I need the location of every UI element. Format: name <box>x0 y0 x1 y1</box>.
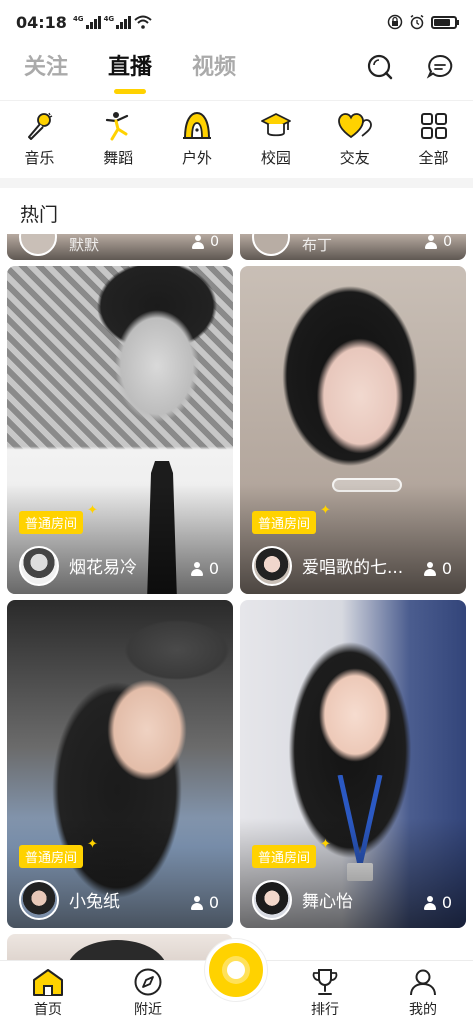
message-icon[interactable] <box>425 52 455 82</box>
graduation-cap-icon <box>259 109 293 143</box>
nav-nearby[interactable]: 附近 <box>118 967 178 1019</box>
category-campus[interactable]: 校园 <box>246 109 306 176</box>
category-label: 全部 <box>418 149 449 167</box>
room-type-badge: 普通房间 <box>252 511 317 534</box>
room-type-badge: 普通房间 <box>252 845 317 868</box>
tent-icon <box>180 109 214 143</box>
viewer-count: 0 <box>423 893 452 912</box>
nav-label: 首页 <box>34 1002 62 1018</box>
tab-live[interactable]: 直播 <box>108 48 152 88</box>
category-dance[interactable]: 舞蹈 <box>88 109 148 176</box>
room-card-partial[interactable]: 布丁 0 <box>240 234 466 260</box>
alarm-icon <box>410 14 424 30</box>
sparkle-icon: ✦ <box>320 503 331 518</box>
trophy-icon <box>312 969 338 995</box>
room-card-partial[interactable]: 默默 0 <box>7 234 233 260</box>
room-cover-photo <box>67 940 167 960</box>
viewer-count-value: 0 <box>443 234 452 250</box>
category-label: 户外 <box>182 149 213 167</box>
sparkle-icon: ✦ <box>320 837 331 852</box>
person-icon <box>423 561 436 576</box>
section-divider <box>0 178 473 188</box>
room-name: 舞心怡 <box>302 892 353 912</box>
category-friends[interactable]: 交友 <box>325 109 385 176</box>
room-card[interactable]: 普通房间 ✦ 烟花易冷 0 <box>7 266 233 594</box>
category-label: 音乐 <box>24 149 55 167</box>
nav-ranking[interactable]: 排行 <box>295 967 355 1019</box>
battery-icon <box>431 15 459 29</box>
nav-profile[interactable]: 我的 <box>393 967 453 1019</box>
network-type-label: 4G <box>72 15 84 23</box>
sparkle-icon: ✦ <box>87 503 98 518</box>
category-label: 交友 <box>339 149 370 167</box>
avatar <box>252 546 292 586</box>
room-type-badge: 普通房间 <box>19 511 84 534</box>
live-record-icon <box>227 961 245 979</box>
avatar <box>19 234 57 256</box>
nav-label: 排行 <box>311 1002 339 1018</box>
category-outdoor[interactable]: 户外 <box>167 109 227 176</box>
profile-icon <box>410 969 436 996</box>
go-live-button[interactable] <box>205 939 267 1001</box>
bottom-nav: 首页 附近 排行 我的 <box>0 939 473 1024</box>
home-icon <box>33 969 63 996</box>
nav-home[interactable]: 首页 <box>18 967 78 1019</box>
viewer-count: 0 <box>192 234 219 250</box>
compass-icon <box>134 968 162 996</box>
grid-icon <box>417 109 451 143</box>
status-bar: 04:18 4G 4G <box>0 0 473 44</box>
room-name: 小兔纸 <box>69 892 120 912</box>
wifi-icon <box>134 15 152 29</box>
category-all[interactable]: 全部 <box>404 109 464 176</box>
tab-video[interactable]: 视频 <box>192 48 236 88</box>
room-card[interactable]: 普通房间 ✦ 小兔纸 0 <box>7 600 233 928</box>
viewer-count-value: 0 <box>208 559 219 578</box>
person-icon <box>425 235 438 249</box>
viewer-count: 0 <box>190 559 219 578</box>
avatar <box>19 880 59 920</box>
category-music[interactable]: 音乐 <box>9 109 69 176</box>
search-icon[interactable] <box>365 52 395 82</box>
category-bar: 音乐 舞蹈 户外 校园 交友 全部 <box>0 100 473 176</box>
viewer-count: 0 <box>425 234 452 250</box>
avatar <box>19 546 59 586</box>
signal-icon-2: 4G <box>104 15 132 29</box>
room-card[interactable]: 普通房间 ✦ 爱唱歌的七... 0 <box>240 266 466 594</box>
nav-label: 附近 <box>134 1002 162 1018</box>
microphone-icon <box>22 109 56 143</box>
person-icon <box>423 895 436 910</box>
sparkle-icon: ✦ <box>87 837 98 852</box>
status-time: 04:18 <box>16 12 67 32</box>
viewer-count-value: 0 <box>210 234 219 250</box>
nav-label: 我的 <box>409 1002 437 1018</box>
avatar <box>252 234 290 256</box>
hearts-icon <box>337 109 372 143</box>
room-name: 烟花易冷 <box>69 558 137 578</box>
viewer-count: 0 <box>423 559 452 578</box>
top-nav: 关注 直播 视频 <box>0 44 473 92</box>
room-type-badge: 普通房间 <box>19 845 84 868</box>
room-name: 默默 <box>69 236 100 254</box>
network-type-label-2: 4G <box>103 15 115 23</box>
person-icon <box>190 895 203 910</box>
section-title: 热门 <box>20 204 59 226</box>
category-label: 校园 <box>260 149 291 167</box>
tab-follow[interactable]: 关注 <box>24 48 68 88</box>
room-card[interactable]: 普通房间 ✦ 舞心怡 0 <box>240 600 466 928</box>
lock-rotation-icon <box>387 14 403 30</box>
room-name: 布丁 <box>302 236 333 254</box>
category-label: 舞蹈 <box>103 149 134 167</box>
person-icon <box>190 561 203 576</box>
room-name: 爱唱歌的七... <box>302 558 404 578</box>
viewer-count-value: 0 <box>441 893 452 912</box>
dancer-icon <box>101 109 135 143</box>
avatar <box>252 880 292 920</box>
person-icon <box>192 235 205 249</box>
room-card-partial[interactable] <box>7 934 233 960</box>
viewer-count-value: 0 <box>208 893 219 912</box>
viewer-count: 0 <box>190 893 219 912</box>
viewer-count-value: 0 <box>441 559 452 578</box>
signal-icon: 4G <box>73 15 101 29</box>
live-room-feed[interactable]: 默默 0 布丁 0 普通房间 ✦ 烟花易冷 0 普通房间 ✦ 爱唱歌的七... … <box>0 234 473 960</box>
